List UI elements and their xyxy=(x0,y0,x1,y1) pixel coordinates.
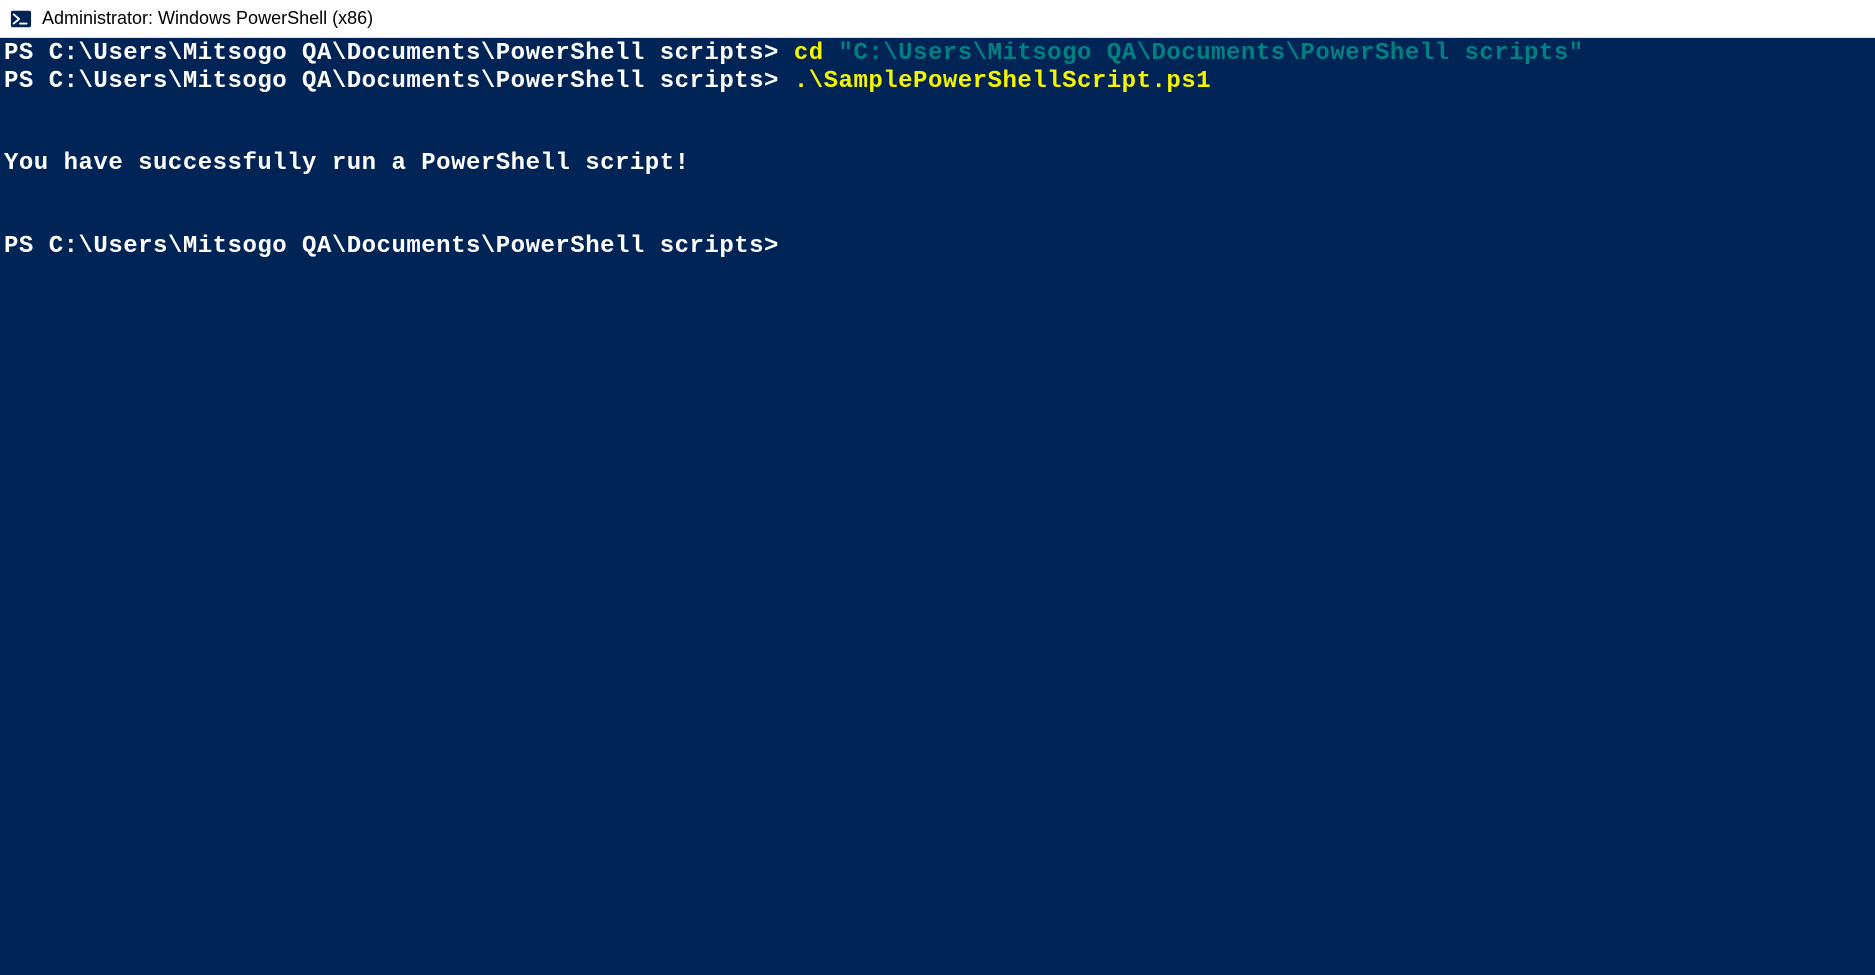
powershell-icon xyxy=(10,8,32,30)
terminal-line: PS C:\Users\Mitsogo QA\Documents\PowerSh… xyxy=(4,68,1871,96)
terminal-line: PS C:\Users\Mitsogo QA\Documents\PowerSh… xyxy=(4,40,1871,68)
prompt-text: PS C:\Users\Mitsogo QA\Documents\PowerSh… xyxy=(4,68,794,95)
terminal-blank-line xyxy=(4,123,1871,151)
window-title: Administrator: Windows PowerShell (x86) xyxy=(42,8,373,29)
command-argument: "C:\Users\Mitsogo QA\Documents\PowerShel… xyxy=(839,40,1584,67)
terminal-content-area[interactable]: PS C:\Users\Mitsogo QA\Documents\PowerSh… xyxy=(0,38,1875,975)
prompt-text: PS C:\Users\Mitsogo QA\Documents\PowerSh… xyxy=(4,233,779,260)
terminal-blank-line xyxy=(4,206,1871,234)
window-titlebar[interactable]: Administrator: Windows PowerShell (x86) xyxy=(0,0,1875,38)
terminal-line: PS C:\Users\Mitsogo QA\Documents\PowerSh… xyxy=(4,233,1871,261)
command-text: cd xyxy=(794,40,839,67)
prompt-text: PS C:\Users\Mitsogo QA\Documents\PowerSh… xyxy=(4,40,794,67)
terminal-blank-line xyxy=(4,95,1871,123)
terminal-blank-line xyxy=(4,178,1871,206)
command-text: .\SamplePowerShellScript.ps1 xyxy=(794,68,1211,95)
terminal-output: You have successfully run a PowerShell s… xyxy=(4,150,1871,178)
